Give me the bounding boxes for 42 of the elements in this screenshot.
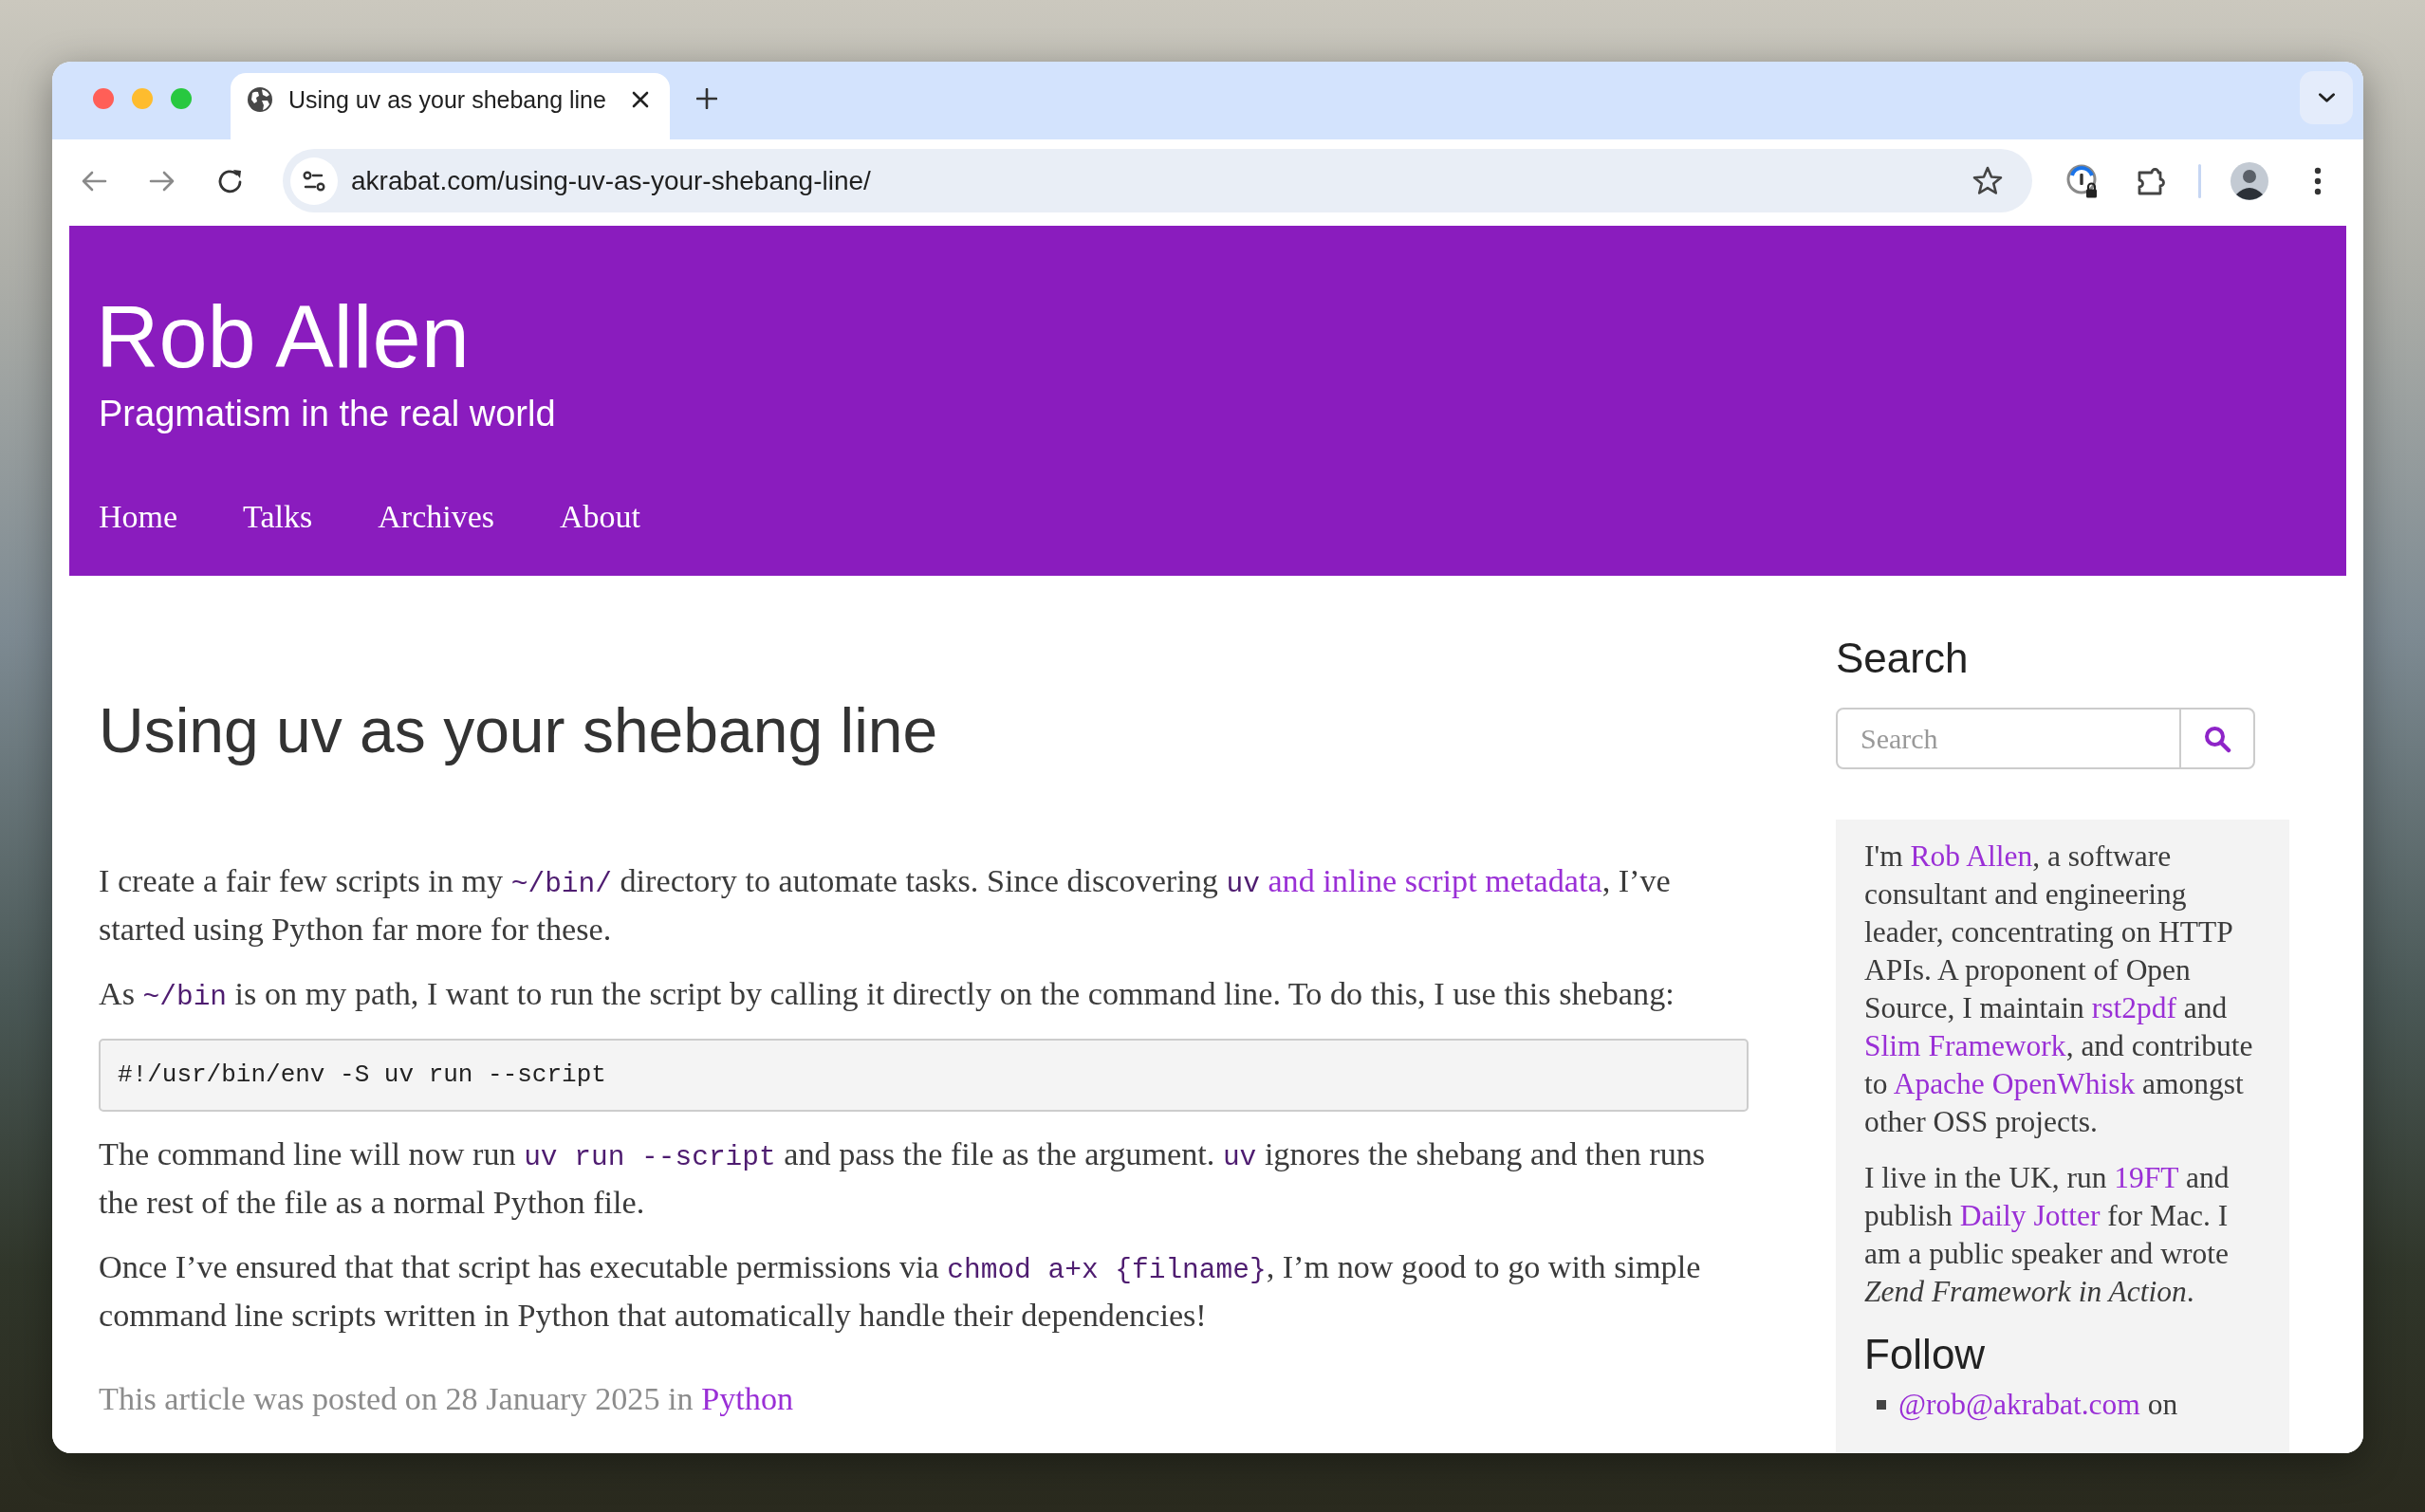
about-text: I live in the UK, run 19FT and publish Daily Jotter for Mac. I am a public speaker and wrote Zend Framework in Action.: [1864, 1160, 2231, 1310]
search-input[interactable]: Search: [1836, 708, 2180, 769]
chevron-down-icon: [2318, 93, 2335, 102]
code-block: #!/usr/bin/env -S uv run --script: [99, 1039, 1749, 1112]
inline-link[interactable]: 19FT: [2114, 1161, 2179, 1194]
follow-heading: Follow: [1864, 1330, 1986, 1379]
site-settings-icon[interactable]: [290, 157, 338, 205]
inline-link[interactable]: Rob Allen: [1910, 839, 2033, 873]
bookmark-star-icon[interactable]: [1971, 164, 2004, 197]
profile-avatar-icon[interactable]: [2231, 161, 2268, 200]
post-meta: This article was posted on 28 January 2025 in Python: [99, 1380, 795, 1418]
close-tab-icon[interactable]: [632, 91, 649, 108]
more-menu-icon[interactable]: [2314, 166, 2322, 195]
address-bar[interactable]: akrabat.com/using-uv-as-your-shebang-line/: [283, 149, 2032, 212]
search-heading: Search: [1836, 634, 1969, 683]
nav-link[interactable]: Home: [99, 494, 178, 540]
search-icon: [2203, 724, 2231, 753]
article-paragraph: The command line will now run uv run --script and pass the file as the argument. uv ignores the shebang and then runs the rest of the file as a normal Python file.: [99, 1135, 1707, 1222]
category-link[interactable]: Python: [701, 1381, 794, 1416]
nav-link[interactable]: Talks: [243, 494, 313, 540]
new-tab-icon[interactable]: [696, 88, 717, 109]
article-paragraph: I create a fair few scripts in my ~/bin/ directory to automate tasks. Since discovering uv and inline script metadata, I’ve started using Python far more for these.: [99, 862, 1672, 949]
site-tagline: Pragmatism in the real world: [99, 394, 556, 434]
search-button[interactable]: [2180, 708, 2255, 769]
inline-link[interactable]: rst2pdf: [2091, 991, 2176, 1024]
about-text: I'm Rob Allen, a software consultant and engineering leader, concentrating on HTTP APIs. A proponent of Open Source, I maintain rst2pdf and Slim Framework, and contribute to Apache OpenWhisk amongst other OSS projects.: [1864, 839, 2254, 1140]
browser-tab[interactable]: Using uv as your shebang line: [231, 73, 670, 139]
address-url[interactable]: akrabat.com/using-uv-as-your-shebang-line/: [351, 165, 1971, 196]
bullet-icon: [1877, 1400, 1886, 1410]
article-paragraph: As ~/bin is on my path, I want to run the script by calling it directly on the command line. To do this, I use this shebang:: [99, 975, 1675, 1015]
article-title: Using uv as your shebang line: [99, 694, 938, 767]
inline-link[interactable]: Apache OpenWhisk: [1893, 1067, 2136, 1100]
inline-link[interactable]: uv and inline script metadata: [1226, 863, 1602, 898]
nav-link[interactable]: Archives: [378, 494, 494, 540]
inline-link[interactable]: Slim Framework: [1864, 1029, 2066, 1062]
nav-link[interactable]: About: [560, 494, 640, 540]
globe-icon: [247, 86, 273, 113]
inline-link[interactable]: Daily Jotter: [1959, 1199, 2101, 1232]
follow-item-text: @rob@akrabat.com on: [1898, 1387, 2178, 1423]
site-title[interactable]: Rob Allen: [96, 285, 470, 389]
profile-link[interactable]: @rob@akrabat.com: [1898, 1388, 2140, 1421]
article-paragraph: Once I’ve ensured that that script has executable permissions via chmod a+x {filname}, I’m now good to go with simple command line scripts written in Python that automatically handle their dependencies!: [99, 1248, 1702, 1335]
